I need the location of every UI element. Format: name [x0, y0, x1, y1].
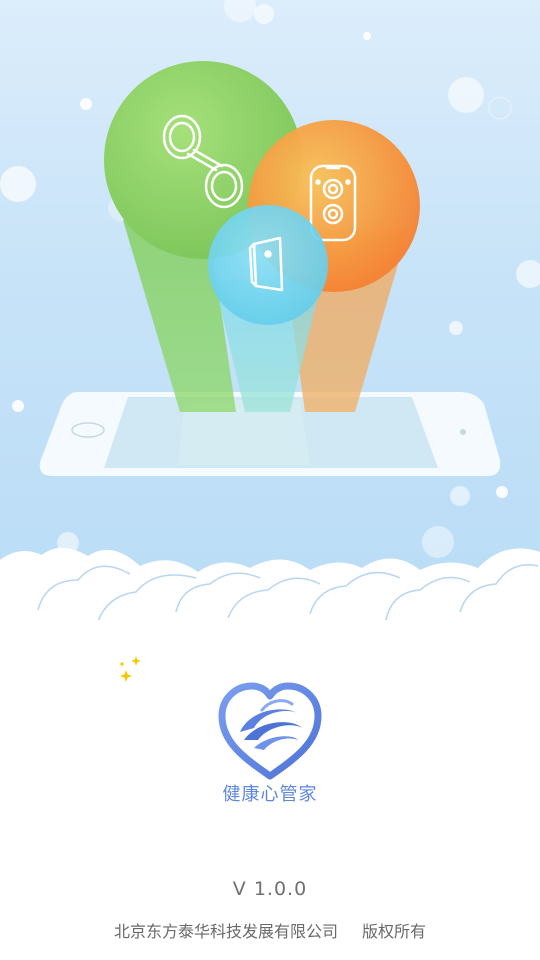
- version-label: V 1.0.0: [232, 878, 308, 900]
- device-bubble: [208, 205, 328, 325]
- hero-illustration: [0, 0, 540, 640]
- heart-logo-icon: [218, 682, 322, 780]
- sparkle-icon: [120, 656, 141, 682]
- company-name: 北京东方泰华科技发展有限公司: [113, 922, 338, 941]
- app-name: 健康心管家: [222, 784, 318, 805]
- rights-text: 版权所有: [362, 922, 427, 941]
- copyright-line: 北京东方泰华科技发展有限公司 版权所有: [0, 918, 540, 942]
